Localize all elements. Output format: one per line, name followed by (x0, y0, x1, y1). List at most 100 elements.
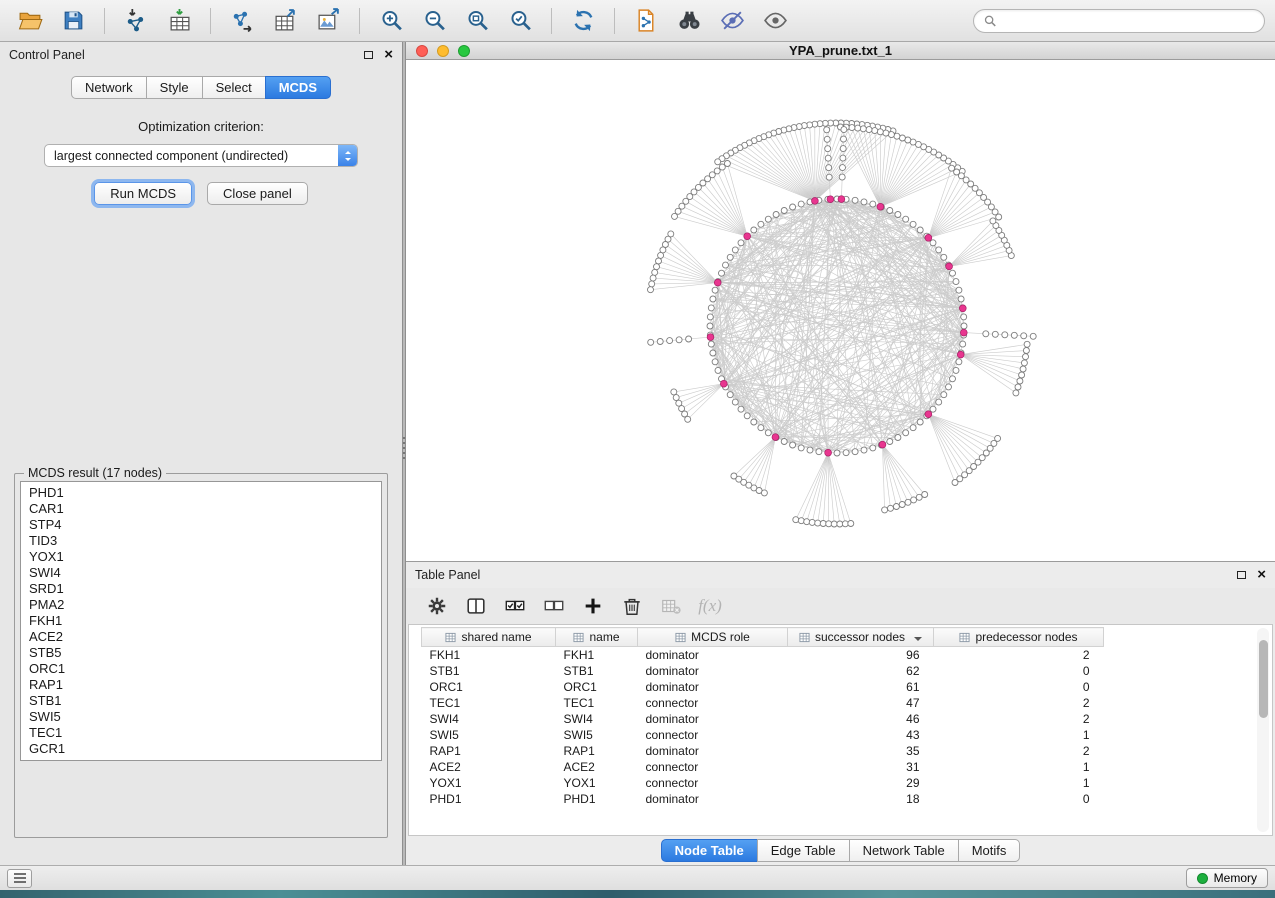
export-network-button[interactable] (222, 5, 262, 37)
cell-text: ACE2 (422, 759, 556, 775)
column-header-mcds-role[interactable]: MCDS role (638, 628, 788, 647)
table-row[interactable]: SWI4SWI4dominator462 (422, 711, 1104, 727)
tab-style[interactable]: Style (146, 76, 203, 99)
tab-mcds[interactable]: MCDS (265, 76, 331, 99)
mcds-result-item[interactable]: TEC1 (21, 725, 381, 741)
show-elements-button[interactable] (755, 5, 795, 37)
share-document-button[interactable] (626, 5, 666, 37)
export-table-button[interactable] (265, 5, 305, 37)
mcds-result-item[interactable]: ORC1 (21, 661, 381, 677)
table-panel-title: Table Panel (415, 568, 480, 582)
column-header-name[interactable]: name (556, 628, 638, 647)
table-row[interactable]: ORC1ORC1dominator610 (422, 679, 1104, 695)
mcds-result-item[interactable]: GCR1 (21, 741, 381, 757)
cell-number: 0 (934, 791, 1104, 807)
zoom-selected-button[interactable] (500, 5, 540, 37)
cell-text: SWI5 (556, 727, 638, 743)
refresh-layout-button[interactable] (563, 5, 603, 37)
run-mcds-button[interactable]: Run MCDS (94, 182, 192, 205)
mcds-result-item[interactable]: STB1 (21, 693, 381, 709)
toolbar-separator (359, 8, 360, 34)
mcds-result-item[interactable]: RAP1 (21, 677, 381, 693)
mcds-result-item[interactable]: SWI5 (21, 709, 381, 725)
column-menu-icon[interactable] (914, 637, 922, 645)
mcds-result-item[interactable]: CAR1 (21, 501, 381, 517)
table-row[interactable]: SWI5SWI5connector431 (422, 727, 1104, 743)
column-header-shared-name[interactable]: shared name (422, 628, 556, 647)
function-builder-button[interactable]: f(x) (695, 592, 725, 620)
deselect-all-button[interactable] (539, 592, 569, 620)
memory-status-icon (1197, 873, 1208, 884)
task-history-button[interactable] (7, 869, 32, 888)
zoom-in-button[interactable] (371, 5, 411, 37)
memory-button[interactable]: Memory (1186, 868, 1268, 888)
close-panel-icon[interactable]: × (384, 50, 393, 60)
open-file-button[interactable] (10, 5, 50, 37)
cell-number: 35 (788, 743, 934, 759)
table-row[interactable]: YOX1YOX1connector291 (422, 775, 1104, 791)
tab-edge-table[interactable]: Edge Table (757, 839, 850, 862)
main-area: Control Panel × NetworkStyleSelectMCDS O… (0, 42, 1275, 865)
mcds-result-item[interactable]: PHD1 (21, 485, 381, 501)
add-column-button[interactable] (578, 592, 608, 620)
mcds-result-item[interactable]: ACE2 (21, 629, 381, 645)
tab-network[interactable]: Network (71, 76, 147, 99)
zoom-fit-button[interactable] (457, 5, 497, 37)
float-panel-icon[interactable] (364, 51, 373, 59)
column-header-predecessor-nodes[interactable]: predecessor nodes (934, 628, 1104, 647)
close-window-icon[interactable] (416, 45, 428, 57)
mcds-result-item[interactable]: SWI4 (21, 565, 381, 581)
mcds-result-item[interactable]: YOX1 (21, 549, 381, 565)
tab-select[interactable]: Select (202, 76, 266, 99)
cell-text: STB1 (422, 663, 556, 679)
tab-network-table[interactable]: Network Table (849, 839, 959, 862)
table-scrollbar-thumb[interactable] (1259, 640, 1268, 718)
delete-column-button[interactable] (617, 592, 647, 620)
search-icon (983, 14, 997, 28)
mcds-result-item[interactable]: STB5 (21, 645, 381, 661)
table-settings-button[interactable] (422, 592, 452, 620)
cell-text: RAP1 (422, 743, 556, 759)
maximize-window-icon[interactable] (458, 45, 470, 57)
trash-icon (621, 595, 643, 617)
tab-node-table[interactable]: Node Table (661, 839, 758, 862)
table-scrollbar[interactable] (1257, 628, 1269, 832)
table-row[interactable]: RAP1RAP1dominator352 (422, 743, 1104, 759)
mcds-result-item[interactable]: FKH1 (21, 613, 381, 629)
export-image-button[interactable] (308, 5, 348, 37)
export-table-icon (273, 8, 298, 33)
zoom-out-button[interactable] (414, 5, 454, 37)
search-field[interactable] (973, 9, 1265, 33)
mcds-result-item[interactable]: TID3 (21, 533, 381, 549)
mcds-result-item[interactable]: SRD1 (21, 581, 381, 597)
table-row[interactable]: TEC1TEC1connector472 (422, 695, 1104, 711)
control-panel-header: Control Panel × (0, 42, 402, 68)
close-table-panel-icon[interactable]: × (1257, 570, 1266, 580)
table-row[interactable]: ACE2ACE2connector311 (422, 759, 1104, 775)
import-table-button[interactable] (159, 5, 199, 37)
table-row[interactable]: FKH1FKH1dominator962 (422, 647, 1104, 663)
float-table-panel-icon[interactable] (1237, 571, 1246, 579)
show-columns-button[interactable] (461, 592, 491, 620)
criterion-dropdown[interactable]: largest connected component (undirected) (44, 144, 358, 167)
binoculars-button[interactable] (669, 5, 709, 37)
save-button[interactable] (53, 5, 93, 37)
network-canvas[interactable] (406, 60, 1275, 561)
columns-icon (465, 595, 487, 617)
cell-text: dominator (638, 743, 788, 759)
toolbar-separator (614, 8, 615, 34)
hide-elements-button[interactable] (712, 5, 752, 37)
search-input[interactable] (1002, 14, 1255, 28)
table-row[interactable]: STB1STB1dominator620 (422, 663, 1104, 679)
minimize-window-icon[interactable] (437, 45, 449, 57)
close-panel-button[interactable]: Close panel (207, 182, 308, 205)
checked-boxes-icon (504, 595, 526, 617)
import-network-button[interactable] (116, 5, 156, 37)
tab-motifs[interactable]: Motifs (958, 839, 1021, 862)
mcds-result-item[interactable]: STP4 (21, 517, 381, 533)
select-all-button[interactable] (500, 592, 530, 620)
mcds-result-item[interactable]: PMA2 (21, 597, 381, 613)
column-header-successor-nodes[interactable]: successor nodes (788, 628, 934, 647)
table-row[interactable]: PHD1PHD1dominator180 (422, 791, 1104, 807)
delete-table-button[interactable] (656, 592, 686, 620)
